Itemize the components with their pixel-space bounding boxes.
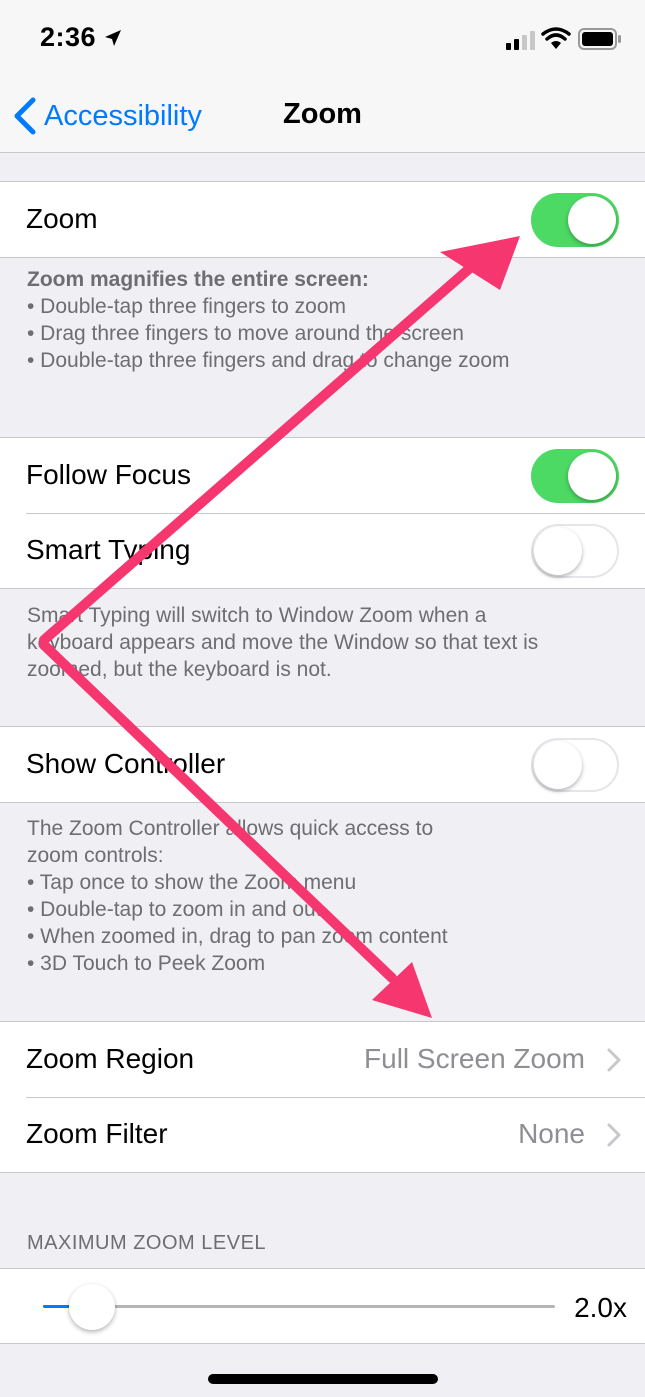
smart-typing-cell: Smart Typing <box>0 513 645 588</box>
max-zoom-value: 2.0x <box>574 1292 627 1323</box>
home-indicator <box>208 1374 438 1384</box>
smart-typing-label: Smart Typing <box>26 534 191 565</box>
follow-focus-cell: Follow Focus <box>0 438 645 513</box>
toggle-knob <box>534 741 582 789</box>
toggle-knob <box>568 196 616 244</box>
zoom-cell: Zoom <box>0 182 645 257</box>
controller-description-line: zoom controls: <box>27 844 164 867</box>
status-bar: 2:36 <box>0 0 645 80</box>
smart-typing-description-line: Smart Typing will switch to Window Zoom … <box>27 604 487 627</box>
region-filter-group: Zoom Region Full Screen Zoom Zoom Filter… <box>0 1021 645 1173</box>
smart-typing-description-line: zoomed, but the keyboard is not. <box>27 658 332 681</box>
chevron-right-icon <box>607 1048 621 1072</box>
zoom-filter-value: None <box>518 1118 585 1149</box>
zoom-description-heading: Zoom magnifies the entire screen: <box>27 268 369 291</box>
location-arrow-icon <box>105 30 121 46</box>
navigation-bar: Accessibility Zoom <box>0 80 645 153</box>
zoom-region-value: Full Screen Zoom <box>364 1043 585 1074</box>
toggle-knob <box>568 452 616 500</box>
battery-icon <box>578 28 621 50</box>
show-controller-toggle[interactable] <box>531 738 619 792</box>
show-controller-cell: Show Controller <box>0 727 645 802</box>
controller-description-line: The Zoom Controller allows quick access … <box>27 817 434 840</box>
zoom-label: Zoom <box>26 203 98 234</box>
max-zoom-slider-thumb[interactable] <box>69 1284 115 1330</box>
controller-description-line: • When zoomed in, drag to pan zoom conte… <box>27 925 448 948</box>
toggle-knob <box>534 527 582 575</box>
zoom-group: Zoom <box>0 181 645 258</box>
smart-typing-toggle[interactable] <box>531 524 619 578</box>
controller-group: Show Controller <box>0 726 645 803</box>
smart-typing-description-line: keyboard appears and move the Window so … <box>27 631 539 654</box>
zoom-description: Zoom magnifies the entire screen: • Doub… <box>27 266 621 374</box>
zoom-filter-row[interactable]: Zoom Filter None <box>0 1097 645 1172</box>
page-title: Zoom <box>283 98 362 130</box>
zoom-region-row[interactable]: Zoom Region Full Screen Zoom <box>0 1022 645 1097</box>
wifi-icon <box>541 27 571 49</box>
follow-focus-label: Follow Focus <box>26 459 191 490</box>
max-zoom-header: MAXIMUM ZOOM LEVEL <box>27 1232 267 1254</box>
focus-typing-group: Follow Focus Smart Typing <box>0 437 645 589</box>
status-time: 2:36 <box>40 22 97 52</box>
controller-description: The Zoom Controller allows quick access … <box>27 815 621 977</box>
controller-description-line: • 3D Touch to Peek Zoom <box>27 952 266 975</box>
smart-typing-description: Smart Typing will switch to Window Zoom … <box>27 602 621 683</box>
follow-focus-toggle[interactable] <box>531 449 619 503</box>
show-controller-label: Show Controller <box>26 748 226 779</box>
controller-description-line: • Tap once to show the Zoom menu <box>27 871 357 894</box>
zoom-toggle[interactable] <box>531 193 619 247</box>
zoom-region-label: Zoom Region <box>26 1043 195 1074</box>
slider-track[interactable] <box>93 1305 555 1308</box>
zoom-description-item: • Drag three fingers to move around the … <box>27 322 464 345</box>
cellular-signal-icon <box>506 31 535 50</box>
controller-description-line: • Double-tap to zoom in and out <box>27 898 322 921</box>
zoom-description-item: • Double-tap three fingers to zoom <box>27 295 347 318</box>
zoom-filter-label: Zoom Filter <box>26 1118 168 1149</box>
chevron-right-icon <box>607 1123 621 1147</box>
zoom-description-item: • Double-tap three fingers and drag to c… <box>27 349 510 372</box>
